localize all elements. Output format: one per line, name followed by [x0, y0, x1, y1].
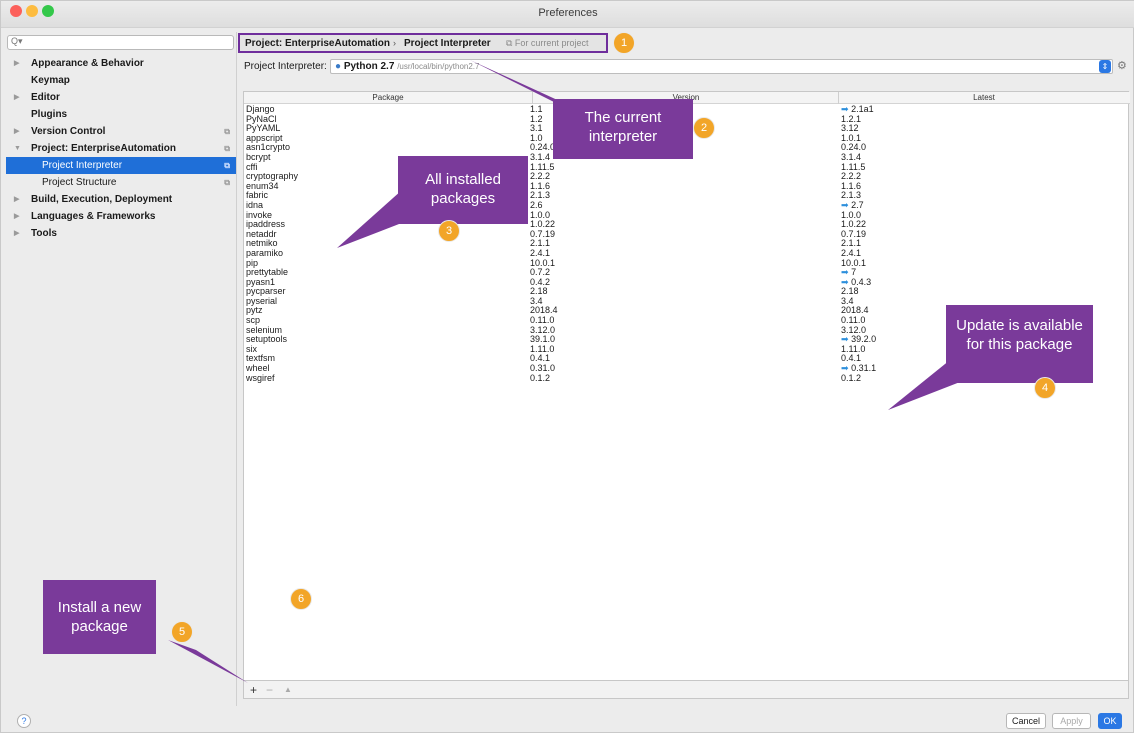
badge-1: 1 — [613, 32, 635, 54]
callout-install-package: Install a new package — [57, 599, 142, 635]
badge-3: 3 — [438, 220, 460, 242]
callout-current-interpreter: The current interpreter — [584, 109, 662, 145]
callout-installed-packages: All installed packages — [425, 171, 501, 207]
callout-5-pointer — [168, 640, 248, 683]
badge-6: 6 — [290, 588, 312, 610]
badge-5: 5 — [171, 621, 193, 643]
badge-4: 4 — [1034, 377, 1056, 399]
callout-update-available: Update is available for this package — [956, 317, 1083, 353]
badge-2: 2 — [693, 117, 715, 139]
